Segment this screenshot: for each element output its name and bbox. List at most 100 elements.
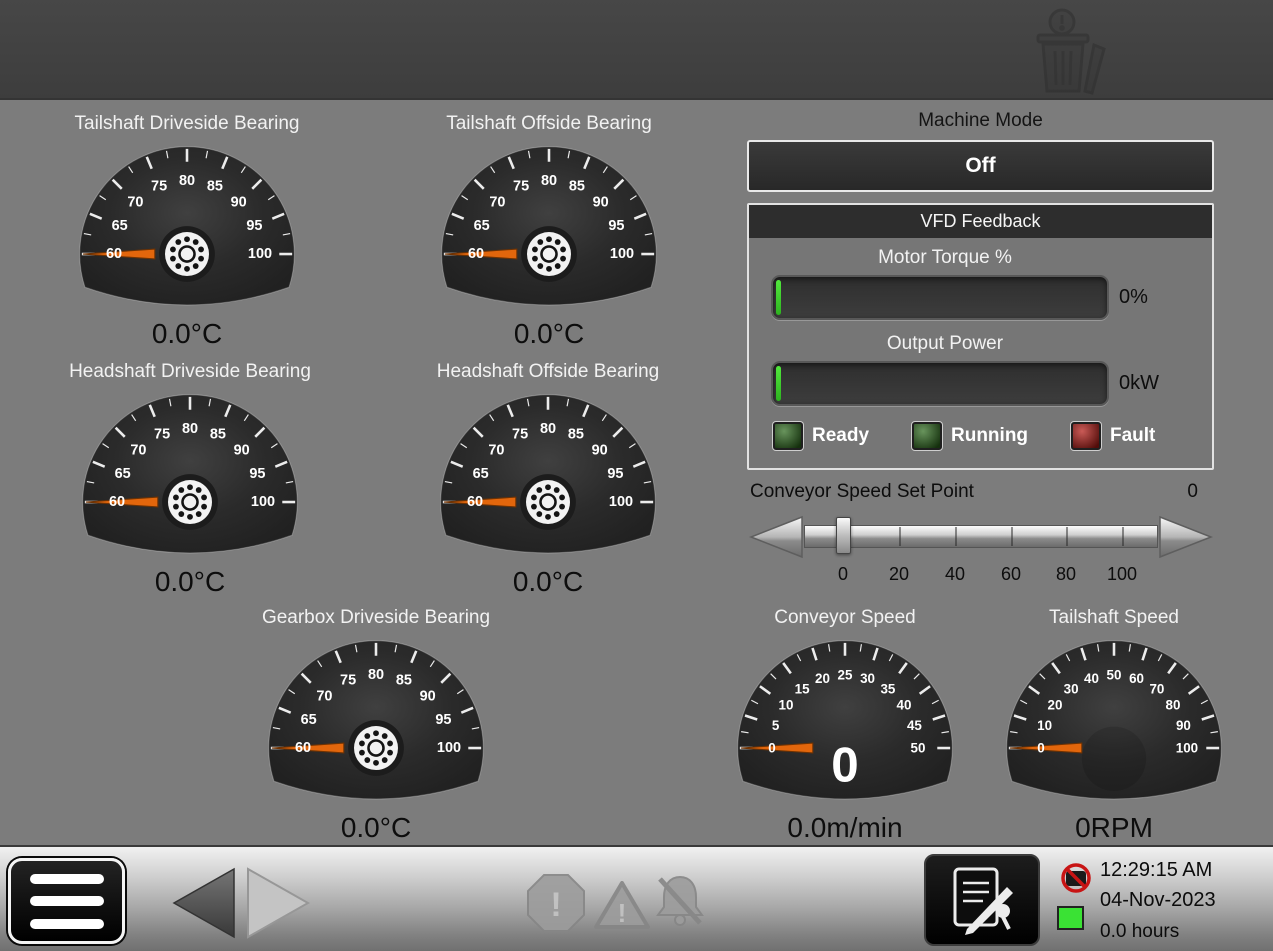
svg-text:75: 75 xyxy=(151,179,167,195)
vfd-ready-indicator: Ready xyxy=(773,422,912,450)
svg-text:70: 70 xyxy=(127,194,143,210)
hamburger-icon xyxy=(30,874,104,884)
svg-text:70: 70 xyxy=(1149,682,1164,697)
svg-text:10: 10 xyxy=(779,698,794,713)
svg-text:85: 85 xyxy=(396,673,412,689)
slider-scale-label: 80 xyxy=(1056,564,1076,585)
svg-text:75: 75 xyxy=(513,179,529,195)
forward-button[interactable] xyxy=(246,867,310,939)
svg-text:80: 80 xyxy=(541,173,557,189)
hamburger-icon xyxy=(30,919,104,929)
slider-scale-label: 0 xyxy=(838,564,848,585)
svg-text:90: 90 xyxy=(231,194,247,210)
svg-text:75: 75 xyxy=(154,427,170,443)
svg-text:!: ! xyxy=(550,886,561,924)
temperature-gauge-dial: 6065707580859095100 xyxy=(419,384,677,575)
svg-text:65: 65 xyxy=(112,218,128,234)
gauge-title: Headshaft Driveside Bearing xyxy=(40,360,340,384)
output-power-value: 0kW xyxy=(1119,372,1159,395)
slider-tick xyxy=(1122,527,1124,546)
speed-gauge-dial: 0102030405060708090100 xyxy=(985,630,1243,821)
slider-tick xyxy=(1011,527,1013,546)
setpoint-label: Conveyor Speed Set Point xyxy=(750,481,974,503)
svg-text:60: 60 xyxy=(106,246,122,262)
gauge-gearbox-driveside-bearing: Gearbox Driveside Bearing 60 65 70 75 80 85 90… xyxy=(226,606,526,843)
svg-text:60: 60 xyxy=(1129,671,1144,686)
slider-handle[interactable] xyxy=(836,517,851,554)
motor-torque-bar xyxy=(771,275,1109,320)
svg-text:95: 95 xyxy=(246,218,262,234)
gauge-reading: 0.0°C xyxy=(399,319,699,349)
svg-text:100: 100 xyxy=(251,494,275,510)
gauge-reading: 0.0°C xyxy=(398,567,698,597)
svg-text:0: 0 xyxy=(768,741,775,756)
svg-text:60: 60 xyxy=(295,740,311,756)
gauge-title: Tailshaft Driveside Bearing xyxy=(37,112,337,136)
gauge-reading: 0RPM xyxy=(964,813,1264,843)
hmi-screen: Tailshaft Driveside Bearing 606570758085… xyxy=(0,0,1273,951)
gauge-reading: 0.0°C xyxy=(37,319,337,349)
gauge-reading: 0.0m/min xyxy=(695,813,995,843)
svg-text:90: 90 xyxy=(593,194,609,210)
svg-text:60: 60 xyxy=(109,494,125,510)
temperature-gauge-dial: 6065707580859095100 xyxy=(61,384,319,575)
svg-text:100: 100 xyxy=(248,246,272,262)
alarm-acknowledge-icon xyxy=(652,869,708,931)
motor-torque-value: 0% xyxy=(1119,286,1148,309)
fault-led-icon xyxy=(1071,422,1101,450)
svg-text:70: 70 xyxy=(489,194,505,210)
temperature-gauge-dial: 6065707580859095100 xyxy=(247,630,505,821)
slider-decrease-arrow-icon[interactable] xyxy=(748,514,804,560)
svg-text:70: 70 xyxy=(488,442,504,458)
output-power-bar-fill xyxy=(776,366,781,401)
temperature-gauge-dial: 6065707580859095100 xyxy=(420,136,678,327)
svg-text:95: 95 xyxy=(607,466,623,482)
gauge-title: Tailshaft Offside Bearing xyxy=(399,112,699,136)
gauge-headshaft-driveside-bearing: Headshaft Driveside Bearing 606570758085… xyxy=(40,360,340,597)
gauge-title: Conveyor Speed xyxy=(695,606,995,630)
svg-text:85: 85 xyxy=(210,427,226,443)
alarm-disabled-icon xyxy=(1060,862,1092,894)
gauge-headshaft-offside-bearing: Headshaft Offside Bearing 60657075808590… xyxy=(398,360,698,597)
notepad-pen-icon xyxy=(943,863,1021,937)
svg-text:40: 40 xyxy=(897,698,912,713)
gauge-tailshaft-speed: Tailshaft Speed 0102030405060708090100 0… xyxy=(964,606,1264,843)
conveyor-speed-slider: 0 20 40 60 80 100 xyxy=(748,512,1214,604)
svg-text:75: 75 xyxy=(340,673,356,689)
svg-text:90: 90 xyxy=(592,442,608,458)
slider-scale-label: 100 xyxy=(1107,564,1137,585)
clock-time: 12:29:15 AM xyxy=(1100,859,1212,882)
svg-text:80: 80 xyxy=(368,667,384,683)
gauge-title: Headshaft Offside Bearing xyxy=(398,360,698,384)
svg-text:65: 65 xyxy=(301,712,317,728)
svg-text:20: 20 xyxy=(815,671,830,686)
motor-torque-bar-fill xyxy=(776,280,781,315)
slider-increase-arrow-icon[interactable] xyxy=(1158,514,1214,560)
svg-text:30: 30 xyxy=(1064,682,1079,697)
running-led-icon xyxy=(912,422,942,450)
svg-text:90: 90 xyxy=(420,688,436,704)
back-button[interactable] xyxy=(172,867,236,939)
vfd-panel-title: VFD Feedback xyxy=(749,205,1212,238)
machine-mode-value: Off xyxy=(965,154,995,177)
svg-text:65: 65 xyxy=(473,466,489,482)
machine-mode-label: Machine Mode xyxy=(747,110,1214,132)
slider-track[interactable] xyxy=(804,525,1158,548)
svg-text:85: 85 xyxy=(568,427,584,443)
svg-text:15: 15 xyxy=(795,682,810,697)
svg-text:75: 75 xyxy=(512,427,528,443)
svg-text:45: 45 xyxy=(907,718,922,733)
menu-button[interactable] xyxy=(8,858,125,944)
svg-text:35: 35 xyxy=(880,682,895,697)
svg-text:70: 70 xyxy=(316,688,332,704)
notes-button[interactable] xyxy=(924,854,1040,946)
svg-text:25: 25 xyxy=(838,668,853,683)
gauge-conveyor-speed: Conveyor Speed 051015202530354045500 0.0… xyxy=(695,606,995,843)
svg-text:50: 50 xyxy=(911,741,926,756)
setpoint-value: 0 xyxy=(1187,481,1198,503)
svg-text:60: 60 xyxy=(467,494,483,510)
gauge-title: Gearbox Driveside Bearing xyxy=(226,606,526,630)
svg-text:40: 40 xyxy=(1084,671,1099,686)
slider-scale-label: 40 xyxy=(945,564,965,585)
status-square-indicator xyxy=(1057,906,1084,930)
